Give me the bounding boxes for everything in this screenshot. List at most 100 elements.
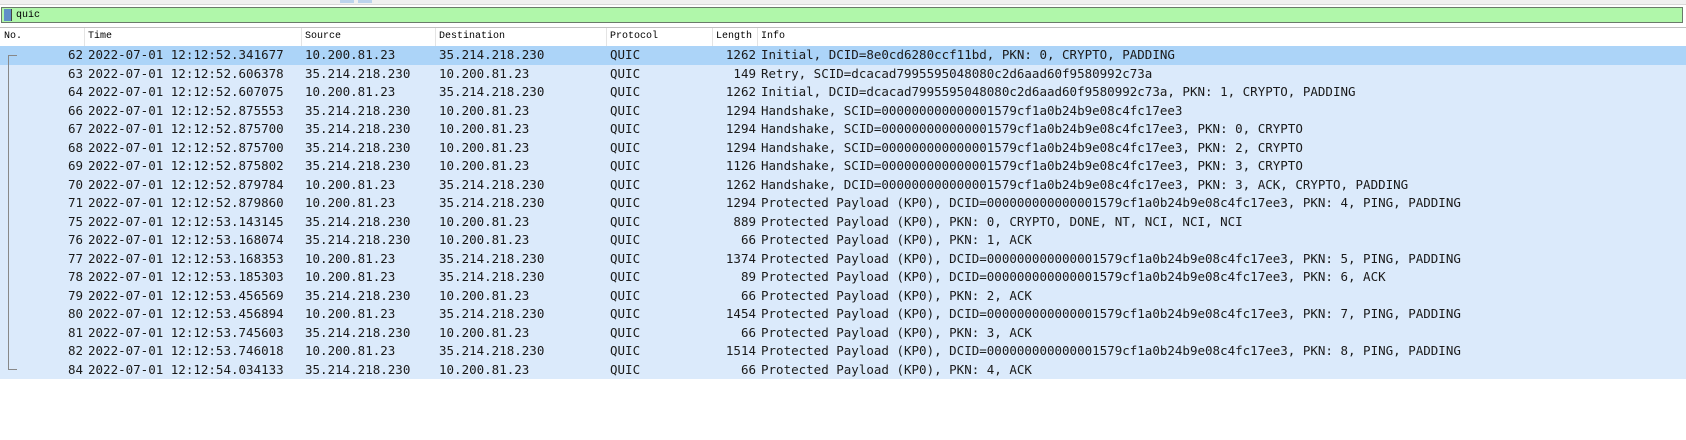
packet-protocol: QUIC [610, 343, 641, 358]
packet-length: 89 [740, 269, 756, 284]
packet-row[interactable]: 62 2022-07-01 12:12:52.341677 10.200.81.23… [0, 46, 1686, 65]
packet-source: 35.214.218.230 [305, 139, 411, 155]
packet-destination: 10.200.81.23 [439, 232, 530, 247]
packet-destination: 10.200.81.23 [439, 121, 530, 136]
column-header-time[interactable]: Time [88, 31, 112, 42]
packet-time: 2022-07-01 12:12:54.034133 [88, 361, 284, 377]
column-header-protocol[interactable]: Protocol [610, 31, 658, 42]
packet-length: 149 [733, 65, 756, 81]
toolbar-button[interactable] [340, 0, 354, 3]
packet-row[interactable]: 69 2022-07-01 12:12:52.875802 35.214.218.2… [0, 157, 1686, 176]
packet-destination: 10.200.81.23 [439, 287, 530, 303]
packet-no: 70 [67, 176, 83, 192]
packet-list: 62 2022-07-01 12:12:52.341677 10.200.81.23… [0, 46, 1686, 379]
packet-row[interactable]: 64 2022-07-01 12:12:52.607075 10.200.81.23… [0, 83, 1686, 102]
packet-row[interactable]: 79 2022-07-01 12:12:53.456569 35.214.218.2… [0, 286, 1686, 305]
packet-protocol: QUIC [610, 269, 641, 284]
packet-protocol: QUIC [610, 47, 641, 62]
packet-no: 77 [67, 250, 83, 266]
packet-protocol: QUIC [610, 287, 641, 303]
packet-row[interactable]: 66 2022-07-01 12:12:52.875553 35.214.218.2… [0, 101, 1686, 120]
packet-length: 66 [740, 287, 756, 303]
packet-row[interactable]: 82 2022-07-01 12:12:53.746018 10.200.81.23… [0, 342, 1686, 361]
packet-destination: 35.214.218.230 [439, 269, 545, 284]
packet-row[interactable]: 67 2022-07-01 12:12:52.875700 35.214.218.2… [0, 120, 1686, 139]
packet-time: 2022-07-01 12:12:52.606378 [88, 65, 284, 81]
packet-info: Handshake, DCID=000000000000001579cf1a0b… [761, 176, 1409, 192]
packet-time: 2022-07-01 12:12:53.168353 [88, 250, 284, 266]
packet-info: Handshake, SCID=000000000000001579cf1a0b… [761, 102, 1183, 118]
packet-row[interactable]: 77 2022-07-01 12:12:53.168353 10.200.81.23… [0, 249, 1686, 268]
bookmark-icon[interactable] [4, 9, 12, 21]
packet-info: Handshake, SCID=000000000000001579cf1a0b… [761, 121, 1303, 136]
packet-time: 2022-07-01 12:12:53.456894 [88, 306, 284, 321]
packet-info: Initial, DCID=8e0cd6280ccf11bd, PKN: 0, … [761, 47, 1175, 62]
packet-no: 75 [67, 213, 83, 229]
packet-time: 2022-07-01 12:12:52.879860 [88, 195, 284, 210]
packet-source: 10.200.81.23 [305, 84, 396, 99]
packet-no: 64 [67, 84, 83, 99]
packet-source: 35.214.218.230 [305, 324, 411, 340]
packet-destination: 35.214.218.230 [439, 250, 545, 266]
packet-row[interactable]: 80 2022-07-01 12:12:53.456894 10.200.81.23… [0, 305, 1686, 324]
packet-destination: 35.214.218.230 [439, 84, 545, 99]
packet-destination: 10.200.81.23 [439, 102, 530, 118]
packet-row[interactable]: 81 2022-07-01 12:12:53.745603 35.214.218.2… [0, 323, 1686, 342]
packet-no: 82 [67, 343, 83, 358]
packet-no: 84 [67, 361, 83, 377]
column-header-source[interactable]: Source [305, 31, 341, 42]
packet-length: 1262 [725, 47, 756, 62]
packet-info: Protected Payload (KP0), DCID=0000000000… [761, 250, 1461, 266]
packet-protocol: QUIC [610, 324, 641, 340]
packet-info: Protected Payload (KP0), PKN: 1, ACK [761, 232, 1032, 247]
packet-length: 1294 [725, 195, 756, 210]
packet-row[interactable]: 75 2022-07-01 12:12:53.143145 35.214.218.2… [0, 212, 1686, 231]
packet-row[interactable]: 78 2022-07-01 12:12:53.185303 10.200.81.23… [0, 268, 1686, 287]
packet-source: 10.200.81.23 [305, 343, 396, 358]
packet-row[interactable]: 70 2022-07-01 12:12:52.879784 10.200.81.23… [0, 175, 1686, 194]
packet-protocol: QUIC [610, 102, 641, 118]
packet-destination: 35.214.218.230 [439, 47, 545, 62]
packet-time: 2022-07-01 12:12:53.456569 [88, 287, 284, 303]
packet-info: Handshake, SCID=000000000000001579cf1a0b… [761, 139, 1303, 155]
packet-source: 10.200.81.23 [305, 47, 396, 62]
packet-destination: 10.200.81.23 [439, 361, 530, 377]
column-header-info[interactable]: Info [761, 31, 785, 42]
packet-row[interactable]: 63 2022-07-01 12:12:52.606378 35.214.218.2… [0, 64, 1686, 83]
packet-length: 1294 [725, 102, 756, 118]
column-header-length[interactable]: Length [716, 31, 752, 42]
packet-info: Protected Payload (KP0), DCID=0000000000… [761, 195, 1461, 210]
packet-protocol: QUIC [610, 306, 641, 321]
packet-row[interactable]: 68 2022-07-01 12:12:52.875700 35.214.218.2… [0, 138, 1686, 157]
packet-no: 76 [67, 232, 83, 247]
column-header-destination[interactable]: Destination [439, 31, 505, 42]
packet-time: 2022-07-01 12:12:52.875802 [88, 158, 284, 173]
display-filter-input[interactable] [16, 8, 1616, 22]
packet-destination: 10.200.81.23 [439, 158, 530, 173]
packet-no: 78 [67, 269, 83, 284]
packet-length: 1262 [725, 84, 756, 99]
packet-protocol: QUIC [610, 158, 641, 173]
packet-row[interactable]: 76 2022-07-01 12:12:53.168074 35.214.218.2… [0, 231, 1686, 250]
packet-protocol: QUIC [610, 139, 641, 155]
toolbar-button[interactable] [358, 0, 372, 3]
packet-protocol: QUIC [610, 176, 641, 192]
column-header-no[interactable]: No. [4, 31, 22, 42]
packet-info: Protected Payload (KP0), DCID=0000000000… [761, 269, 1386, 284]
packet-time: 2022-07-01 12:12:52.607075 [88, 84, 284, 99]
packet-destination: 35.214.218.230 [439, 306, 545, 321]
packet-info: Retry, SCID=dcacad7995595048080c2d6aad60… [761, 65, 1153, 81]
packet-no: 69 [67, 158, 83, 173]
packet-row[interactable]: 84 2022-07-01 12:12:54.034133 35.214.218.2… [0, 360, 1686, 379]
packet-info: Protected Payload (KP0), DCID=0000000000… [761, 343, 1461, 358]
packet-protocol: QUIC [610, 213, 641, 229]
packet-time: 2022-07-01 12:12:52.875700 [88, 139, 284, 155]
packet-row[interactable]: 71 2022-07-01 12:12:52.879860 10.200.81.23… [0, 194, 1686, 213]
packet-time: 2022-07-01 12:12:53.143145 [88, 213, 284, 229]
packet-source: 35.214.218.230 [305, 65, 411, 81]
packet-no: 62 [67, 47, 83, 62]
packet-no: 80 [67, 306, 83, 321]
packet-no: 66 [67, 102, 83, 118]
packet-source: 35.214.218.230 [305, 287, 411, 303]
toolbar-strip [0, 0, 1686, 5]
